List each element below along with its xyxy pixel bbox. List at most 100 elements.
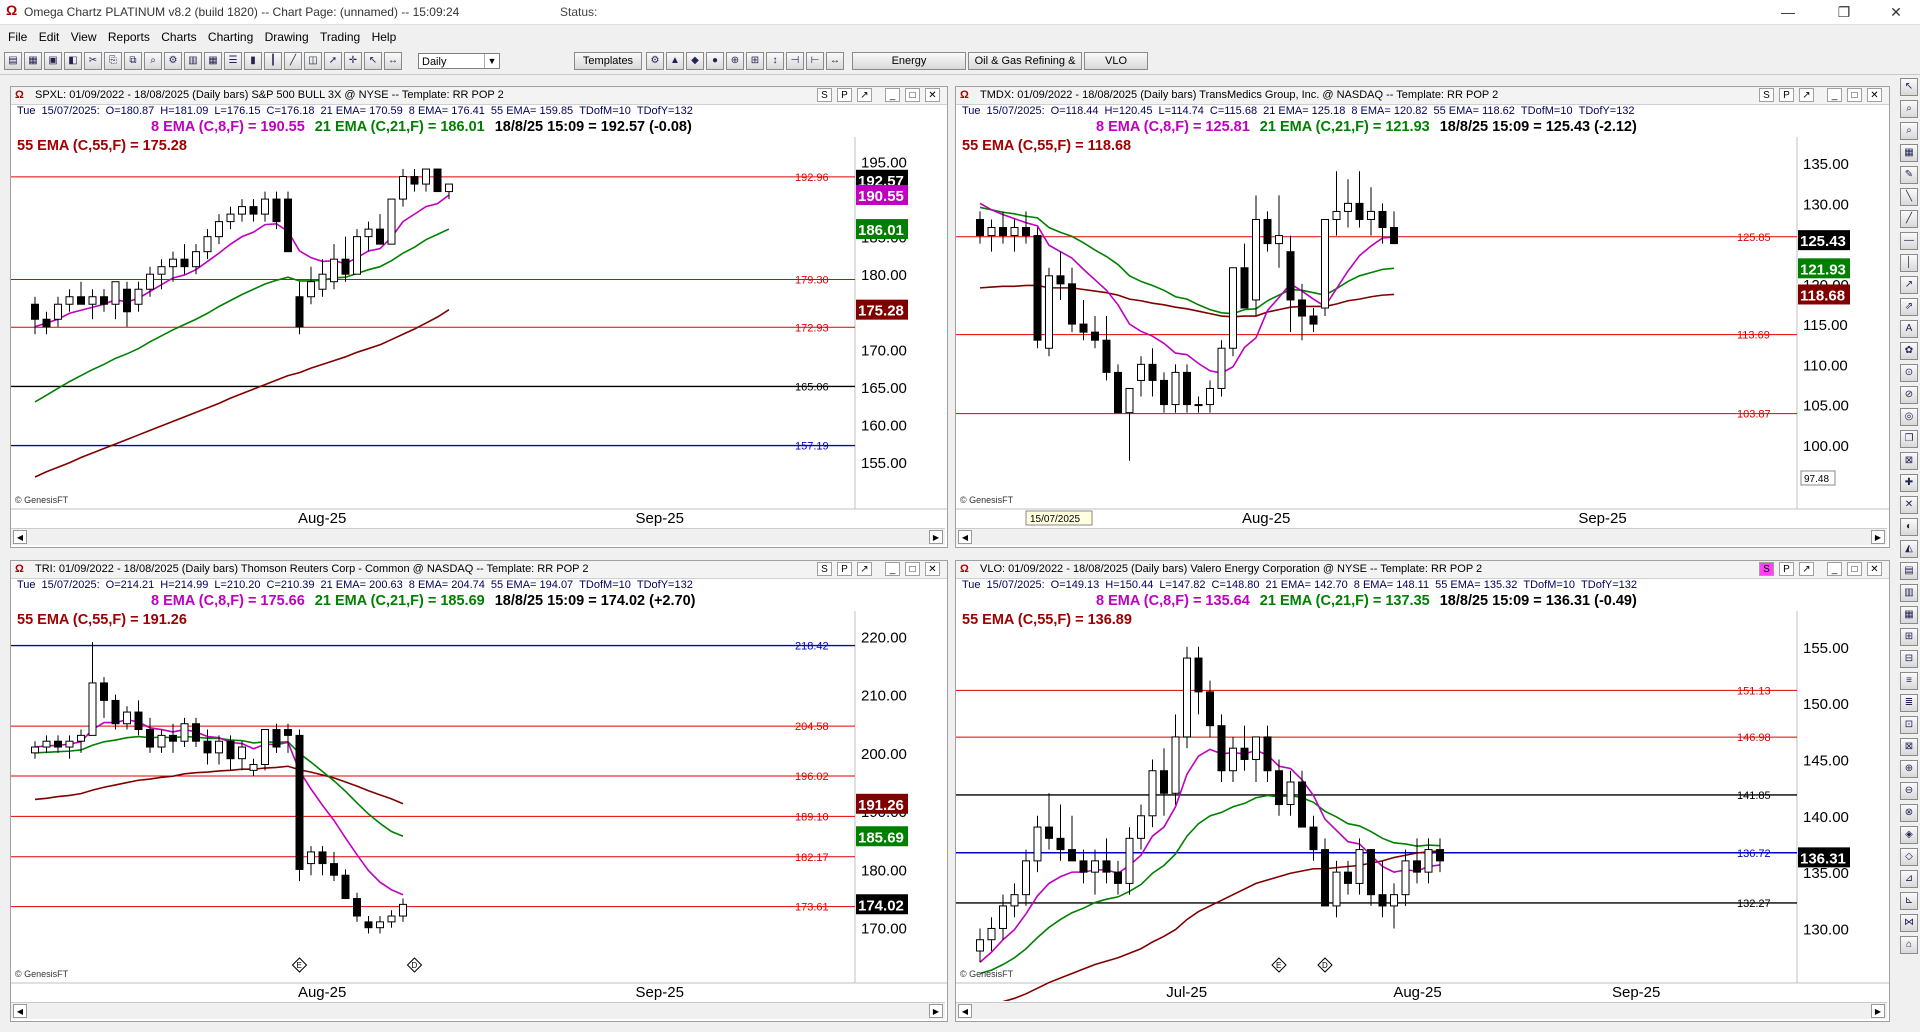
scroll-left-icon[interactable]: ◀ xyxy=(13,1004,27,1018)
side-tool-32-icon[interactable]: ⊖ xyxy=(1900,782,1918,800)
side-tool-24-icon[interactable]: ▦ xyxy=(1900,606,1918,624)
side-tool-39-icon[interactable]: ⌂ xyxy=(1900,936,1918,954)
chart-panel-vlo[interactable]: Ω VLO: 01/09/2022 - 18/08/2025 (Daily bar… xyxy=(955,560,1890,1022)
measure-icon[interactable]: ↔ xyxy=(384,52,402,70)
side-tool-5-icon[interactable]: ╲ xyxy=(1900,188,1918,206)
price-chart[interactable]: 192.96 179.30 172.93 165.06 157.19 195.00 190.… xyxy=(11,87,947,527)
menu-help[interactable]: Help xyxy=(368,28,401,46)
scroll-left-icon[interactable]: ◀ xyxy=(958,530,972,544)
horizontal-scrollbar[interactable]: ◀ ▶ xyxy=(11,1002,945,1019)
side-tool-20-icon[interactable]: ◐ xyxy=(1900,518,1918,536)
list-energy-button[interactable]: Energy xyxy=(852,52,966,70)
toolbar-tool-8-icon[interactable]: ⊢ xyxy=(806,52,824,70)
chart-panel-tri[interactable]: Ω TRI: 01/09/2022 - 18/08/2025 (Daily bar… xyxy=(10,560,948,1022)
templates-button[interactable]: Templates xyxy=(574,52,642,70)
price-chart[interactable]: 151.13 146.98 141.85 136.72 132.27 155.00 150.… xyxy=(956,561,1889,1001)
list-icon[interactable]: ☰ xyxy=(224,52,242,70)
line-icon[interactable]: ╱ xyxy=(284,52,302,70)
bar-icon[interactable]: ┃ xyxy=(264,52,282,70)
side-tool-8-icon[interactable]: │ xyxy=(1900,254,1918,272)
side-tool-12-icon[interactable]: ✿ xyxy=(1900,342,1918,360)
side-tool-1-icon[interactable]: ⌕ xyxy=(1900,100,1918,118)
scroll-left-icon[interactable]: ◀ xyxy=(958,1004,972,1018)
toolbar-tool-0-icon[interactable]: ⚙ xyxy=(646,52,664,70)
settings-icon[interactable]: ⚙ xyxy=(164,52,182,70)
menu-charts[interactable]: Charts xyxy=(157,28,200,46)
menu-drawing[interactable]: Drawing xyxy=(261,28,313,46)
toolbar-tool-9-icon[interactable]: ↔ xyxy=(826,52,844,70)
horizontal-scrollbar[interactable]: ◀ ▶ xyxy=(956,1002,1887,1019)
candle-icon[interactable]: ▮ xyxy=(244,52,262,70)
minimize-window-icon[interactable]: — xyxy=(1768,2,1808,22)
side-tool-28-icon[interactable]: ≣ xyxy=(1900,694,1918,712)
arrow-icon[interactable]: ➚ xyxy=(324,52,342,70)
side-tool-34-icon[interactable]: ◈ xyxy=(1900,826,1918,844)
side-tool-14-icon[interactable]: ⊘ xyxy=(1900,386,1918,404)
side-tool-0-icon[interactable]: ↖ xyxy=(1900,78,1918,96)
side-tool-3-icon[interactable]: ▦ xyxy=(1900,144,1918,162)
menu-charting[interactable]: Charting xyxy=(204,28,257,46)
side-tool-22-icon[interactable]: ▤ xyxy=(1900,562,1918,580)
side-tool-2-icon[interactable]: ⌕ xyxy=(1900,122,1918,140)
menu-view[interactable]: View xyxy=(67,28,101,46)
menu-edit[interactable]: Edit xyxy=(35,28,64,46)
side-tool-37-icon[interactable]: ⊾ xyxy=(1900,892,1918,910)
scroll-right-icon[interactable]: ▶ xyxy=(1871,1004,1885,1018)
template-icon-icon[interactable]: ◫ xyxy=(304,52,322,70)
side-tool-30-icon[interactable]: ⊠ xyxy=(1900,738,1918,756)
chart-panel-tmdx[interactable]: Ω TMDX: 01/09/2022 - 18/08/2025 (Daily ba… xyxy=(955,86,1890,548)
toolbar-tool-6-icon[interactable]: ↕ xyxy=(766,52,784,70)
zoom-icon[interactable]: ⌕ xyxy=(144,52,162,70)
new-chart-icon[interactable]: ◧ xyxy=(64,52,82,70)
side-tool-23-icon[interactable]: ▥ xyxy=(1900,584,1918,602)
save-icon[interactable]: ▦ xyxy=(24,52,42,70)
side-tool-33-icon[interactable]: ⊗ xyxy=(1900,804,1918,822)
grid-icon[interactable]: ▦ xyxy=(204,52,222,70)
side-tool-25-icon[interactable]: ⊞ xyxy=(1900,628,1918,646)
toolbar-tool-4-icon[interactable]: ⊕ xyxy=(726,52,744,70)
scroll-right-icon[interactable]: ▶ xyxy=(1871,530,1885,544)
menu-reports[interactable]: Reports xyxy=(104,28,154,46)
scroll-right-icon[interactable]: ▶ xyxy=(929,530,943,544)
side-tool-38-icon[interactable]: ⋈ xyxy=(1900,914,1918,932)
scroll-right-icon[interactable]: ▶ xyxy=(929,1004,943,1018)
side-tool-17-icon[interactable]: ⊠ xyxy=(1900,452,1918,470)
horizontal-scrollbar[interactable]: ◀ ▶ xyxy=(956,528,1887,545)
side-tool-7-icon[interactable]: — xyxy=(1900,232,1918,250)
horizontal-scrollbar[interactable]: ◀ ▶ xyxy=(11,528,945,545)
cut-icon[interactable]: ✂ xyxy=(84,52,102,70)
side-tool-15-icon[interactable]: ◎ xyxy=(1900,408,1918,426)
side-tool-27-icon[interactable]: ≡ xyxy=(1900,672,1918,690)
pointer-icon[interactable]: ↖ xyxy=(364,52,382,70)
open-icon[interactable]: ▤ xyxy=(4,52,22,70)
side-tool-26-icon[interactable]: ⊟ xyxy=(1900,650,1918,668)
price-chart[interactable]: 218.42 204.58 196.02 189.10 182.17 173.61 220.… xyxy=(11,561,947,1001)
crosshair-icon[interactable]: ✛ xyxy=(344,52,362,70)
toolbar-tool-1-icon[interactable]: ▲ xyxy=(666,52,684,70)
layout-icon[interactable]: ▥ xyxy=(184,52,202,70)
paste-icon[interactable]: ⧉ xyxy=(124,52,142,70)
period-select[interactable]: Daily ▼ xyxy=(418,53,500,69)
toolbar-tool-7-icon[interactable]: ⊣ xyxy=(786,52,804,70)
side-tool-19-icon[interactable]: ✕ xyxy=(1900,496,1918,514)
menu-trading[interactable]: Trading xyxy=(316,28,364,46)
side-tool-21-icon[interactable]: ◭ xyxy=(1900,540,1918,558)
chevron-down-icon[interactable]: ▼ xyxy=(484,54,499,68)
side-tool-16-icon[interactable]: ❐ xyxy=(1900,430,1918,448)
list-oil-gas-button[interactable]: Oil & Gas Refining & xyxy=(968,52,1082,70)
menu-file[interactable]: File xyxy=(4,28,31,46)
side-tool-10-icon[interactable]: ⇗ xyxy=(1900,298,1918,316)
copy-icon[interactable]: ⎘ xyxy=(104,52,122,70)
list-vlo-button[interactable]: VLO xyxy=(1084,52,1148,70)
side-tool-31-icon[interactable]: ⊕ xyxy=(1900,760,1918,778)
side-tool-9-icon[interactable]: ↗ xyxy=(1900,276,1918,294)
side-tool-11-icon[interactable]: A xyxy=(1900,320,1918,338)
side-tool-29-icon[interactable]: ⊡ xyxy=(1900,716,1918,734)
side-tool-13-icon[interactable]: ⊙ xyxy=(1900,364,1918,382)
chart-panel-spxl[interactable]: Ω SPXL: 01/09/2022 - 18/08/2025 (Daily ba… xyxy=(10,86,948,548)
toolbar-tool-5-icon[interactable]: ⊞ xyxy=(746,52,764,70)
print-icon[interactable]: ▣ xyxy=(44,52,62,70)
side-tool-35-icon[interactable]: ◇ xyxy=(1900,848,1918,866)
toolbar-tool-3-icon[interactable]: ● xyxy=(706,52,724,70)
side-tool-4-icon[interactable]: ✎ xyxy=(1900,166,1918,184)
